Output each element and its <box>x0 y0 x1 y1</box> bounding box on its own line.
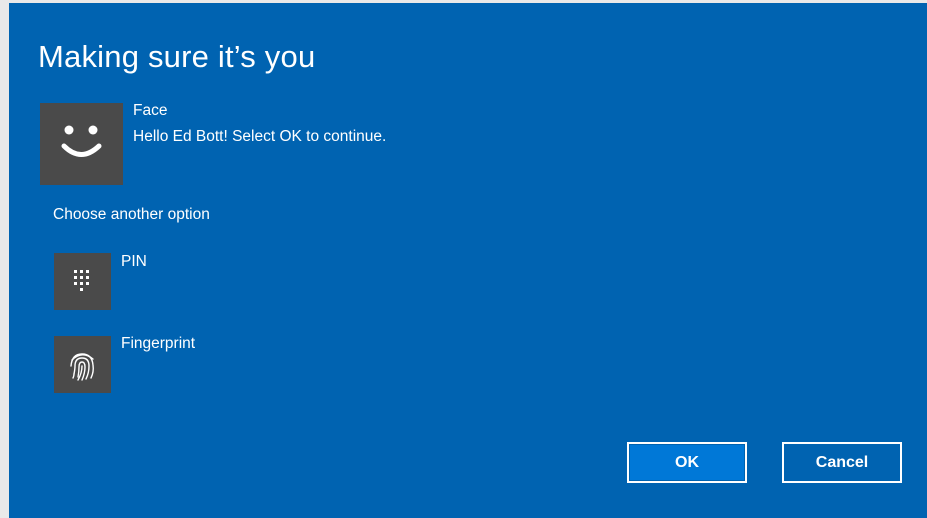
pin-option-tile[interactable] <box>54 253 111 310</box>
pin-option-label[interactable]: PIN <box>121 253 147 271</box>
dialog-title: Making sure it’s you <box>38 39 316 74</box>
fingerprint-option-tile[interactable] <box>54 336 111 393</box>
face-label: Face <box>133 102 168 119</box>
ok-button[interactable]: OK <box>627 442 747 483</box>
choose-another-option-heading: Choose another option <box>53 206 210 223</box>
fingerprint-option-label[interactable]: Fingerprint <box>121 335 195 353</box>
smiley-face-icon <box>61 125 102 157</box>
pin-keypad-icon <box>74 270 89 291</box>
face-tile <box>40 103 123 185</box>
windows-hello-dialog: Making sure it’s you Face Hello Ed Bott!… <box>9 3 927 518</box>
cancel-button[interactable]: Cancel <box>782 442 902 483</box>
face-message: Hello Ed Bott! Select OK to continue. <box>133 128 387 145</box>
fingerprint-icon <box>70 353 94 381</box>
